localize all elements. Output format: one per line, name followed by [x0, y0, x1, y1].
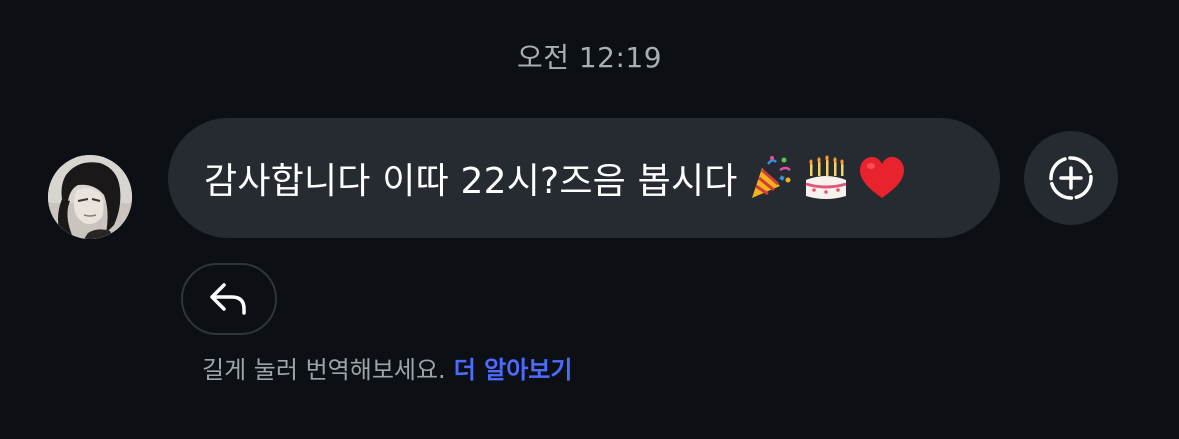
message-text: 감사합니다 이따 22시?즈음 봅시다	[204, 161, 738, 202]
add-reaction-button[interactable]	[1024, 131, 1118, 225]
learn-more-link[interactable]: 더 알아보기	[454, 356, 573, 384]
message-timestamp: 오전 12:19	[516, 41, 663, 74]
profile-photo-icon	[48, 155, 132, 239]
reply-arrow-icon	[210, 283, 246, 315]
party-popper-icon	[746, 154, 794, 202]
message-bubble[interactable]: 감사합니다 이따 22시?즈음 봅시다	[168, 118, 1000, 238]
translate-hint-text: 길게 눌러 번역해보세요.	[202, 356, 446, 384]
translate-hint: 길게 눌러 번역해보세요. 더 알아보기	[202, 350, 572, 385]
reply-button[interactable]	[181, 263, 277, 335]
birthday-cake-icon	[802, 154, 850, 202]
sender-avatar[interactable]	[48, 155, 132, 239]
red-heart-icon	[858, 154, 906, 202]
add-reaction-icon	[1049, 156, 1093, 200]
